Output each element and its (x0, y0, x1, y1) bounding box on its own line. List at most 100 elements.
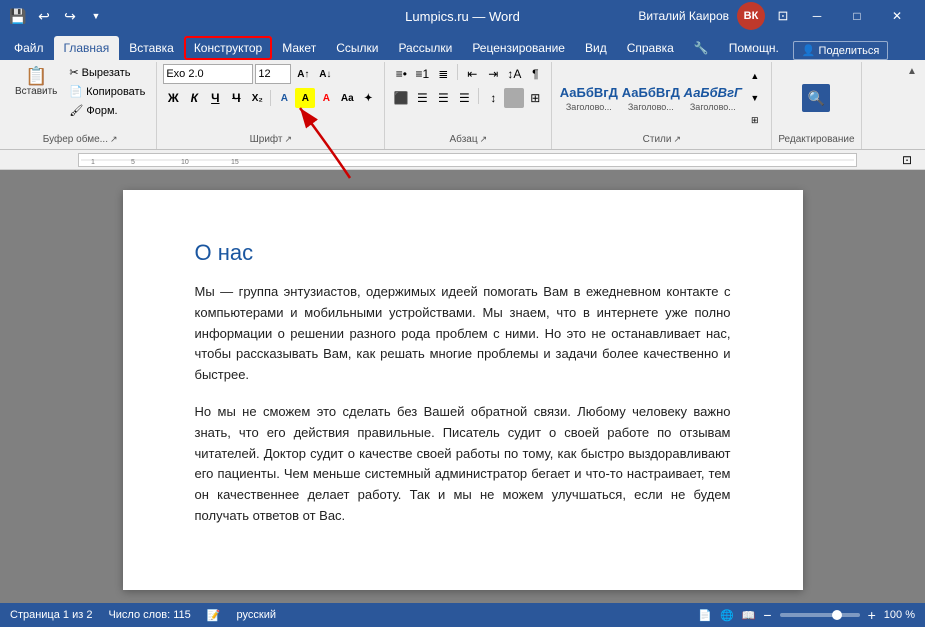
search-button[interactable]: 🔍 (802, 84, 830, 112)
user-avatar[interactable]: ВК (737, 2, 765, 30)
multilevel-button[interactable]: ≣ (433, 64, 453, 84)
editing-content: 🔍 (802, 64, 830, 132)
font-color-button[interactable]: A (316, 88, 336, 108)
format-paint-button[interactable]: 🖌 Форм. (64, 102, 150, 119)
bullets-button[interactable]: ≡• (391, 64, 411, 84)
document-paragraph-2: Но мы не сможем это сделать без Вашей об… (195, 402, 731, 527)
ribbon-group-editing: 🔍 Редактирование (772, 62, 861, 149)
font-format-row: Ж К Ч Ч Х₂ A A A Aa ✦ (163, 88, 378, 108)
window-controls: ─ □ ✕ (797, 0, 917, 32)
tab-mailings[interactable]: Рассылки (388, 36, 462, 60)
tab-file[interactable]: Файл (4, 36, 54, 60)
highlight-button[interactable]: A (295, 88, 315, 108)
para-row-2: ⬛ ☰ ☰ ☰ ↕ ⊞ (391, 88, 545, 108)
ruler-marks: 1 5 10 15 (81, 153, 854, 167)
view-print-icon[interactable]: 📄 (698, 609, 712, 622)
sort-button[interactable]: ↕A (504, 64, 524, 84)
clear-format-button[interactable]: ✦ (358, 88, 378, 108)
zoom-thumb[interactable] (832, 610, 842, 620)
ribbon-collapse-button[interactable]: ▲ (903, 62, 921, 80)
ribbon-group-clipboard: 📋 Вставить ✂ Вырезать 📄 Копировать 🖌 Фор… (4, 62, 157, 149)
zoom-plus-button[interactable]: + (868, 607, 876, 623)
font-name-select[interactable] (163, 64, 253, 84)
paragraph-content: ≡• ≡1 ≣ ⇤ ⇥ ↕A ¶ ⬛ ☰ ☰ ☰ ↕ ⊞ (391, 64, 545, 132)
increase-indent-button[interactable]: ⇥ (483, 64, 503, 84)
tab-view[interactable]: Вид (575, 36, 617, 60)
clipboard-content: 📋 Вставить ✂ Вырезать 📄 Копировать 🖌 Фор… (10, 64, 150, 132)
text-effects-button[interactable]: A (274, 88, 294, 108)
justify-button[interactable]: ☰ (454, 88, 474, 108)
clipboard-label: Буфер обме... ↗ (10, 132, 150, 147)
font-expand-icon[interactable]: ↗ (285, 134, 293, 145)
numbered-button[interactable]: ≡1 (412, 64, 432, 84)
decrease-indent-button[interactable]: ⇤ (462, 64, 482, 84)
styles-expand-icon[interactable]: ↗ (673, 134, 681, 145)
align-left-button[interactable]: ⬛ (391, 88, 411, 108)
ribbon-display-icon[interactable]: ⊡ (773, 6, 793, 26)
align-center-button[interactable]: ☰ (412, 88, 432, 108)
undo-quick-icon[interactable]: ↩ (34, 6, 54, 26)
editing-label: Редактирование (778, 132, 854, 147)
font-grow-button[interactable]: A↑ (293, 64, 313, 84)
clipboard-expand-icon[interactable]: ↗ (110, 134, 118, 145)
font-size-select[interactable] (255, 64, 291, 84)
tab-tools-icon[interactable]: 🔧 (684, 36, 719, 60)
view-web-icon[interactable]: 🌐 (720, 609, 734, 622)
share-button[interactable]: 👤 Поделиться (793, 41, 889, 60)
tab-review[interactable]: Рецензирование (462, 36, 575, 60)
style-item-heading1[interactable]: АаБбВгД Заголово... (559, 69, 619, 127)
window-title: Lumpics.ru — Word (405, 9, 520, 24)
ruler-area: 1 5 10 15 ⊡ (0, 150, 925, 170)
save-quick-icon[interactable]: 💾 (8, 6, 28, 26)
underline-button[interactable]: Ч (205, 88, 225, 108)
spell-check-icon[interactable]: 📝 (207, 609, 221, 622)
styles-scroll-down[interactable]: ▼ (745, 88, 765, 108)
paragraph-expand-icon[interactable]: ↗ (480, 134, 488, 145)
qa-dropdown-icon[interactable]: ▼ (86, 6, 106, 26)
para-row-1: ≡• ≡1 ≣ ⇤ ⇥ ↕A ¶ (391, 64, 545, 84)
bold-button[interactable]: Ж (163, 88, 183, 108)
strikethrough-button[interactable]: Ч (226, 88, 246, 108)
tab-insert[interactable]: Вставка (119, 36, 184, 60)
subscript-button[interactable]: Х₂ (247, 88, 267, 108)
italic-button[interactable]: К (184, 88, 204, 108)
ribbon-body: 📋 Вставить ✂ Вырезать 📄 Копировать 🖌 Фор… (0, 60, 925, 150)
style-item-heading3[interactable]: АаБбВгГ Заголово... (683, 69, 743, 127)
tab-layout[interactable]: Макет (272, 36, 326, 60)
border-button[interactable]: ⊞ (525, 88, 545, 108)
paste-button[interactable]: 📋 Вставить (10, 64, 62, 100)
zoom-minus-button[interactable]: − (763, 607, 771, 623)
styles-expand[interactable]: ⊞ (745, 110, 765, 130)
title-bar: 💾 ↩ ↪ ▼ Lumpics.ru — Word Виталий Каиров… (0, 0, 925, 32)
para-sep2 (478, 88, 479, 104)
tab-assist[interactable]: Помощн. (719, 36, 789, 60)
zoom-slider[interactable] (780, 613, 860, 617)
paragraph-label: Абзац ↗ (391, 132, 545, 147)
close-button[interactable]: ✕ (877, 0, 917, 32)
username-label: Виталий Каиров (638, 9, 729, 23)
status-bar: Страница 1 из 2 Число слов: 115 📝 русски… (0, 603, 925, 627)
tab-links[interactable]: Ссылки (326, 36, 388, 60)
ruler-toggle-button[interactable]: ⊡ (897, 153, 917, 167)
document-page: О нас Мы — группа энтузиастов, одержимых… (123, 190, 803, 590)
tab-home[interactable]: Главная (54, 36, 120, 60)
font-size-aa-button[interactable]: Aa (337, 88, 357, 108)
style-item-heading2[interactable]: АаБбВгД Заголово... (621, 69, 681, 127)
line-spacing-button[interactable]: ↕ (483, 88, 503, 108)
ribbon-tabs: Файл Главная Вставка Конструктор Макет С… (0, 32, 925, 60)
styles-scroll: ▲ ▼ ⊞ (745, 66, 765, 130)
styles-scroll-up[interactable]: ▲ (745, 66, 765, 86)
minimize-button[interactable]: ─ (797, 0, 837, 32)
copy-button[interactable]: 📄 Копировать (64, 83, 150, 100)
font-shrink-button[interactable]: A↓ (315, 64, 335, 84)
view-read-icon[interactable]: 📖 (742, 609, 756, 622)
show-marks-button[interactable]: ¶ (525, 64, 545, 84)
redo-quick-icon[interactable]: ↪ (60, 6, 80, 26)
maximize-button[interactable]: □ (837, 0, 877, 32)
tab-constructor[interactable]: Конструктор (184, 36, 272, 60)
tab-help[interactable]: Справка (617, 36, 684, 60)
zoom-level-label: 100 % (884, 609, 915, 621)
cut-button[interactable]: ✂ Вырезать (64, 64, 150, 81)
shading-button[interactable] (504, 88, 524, 108)
align-right-button[interactable]: ☰ (433, 88, 453, 108)
